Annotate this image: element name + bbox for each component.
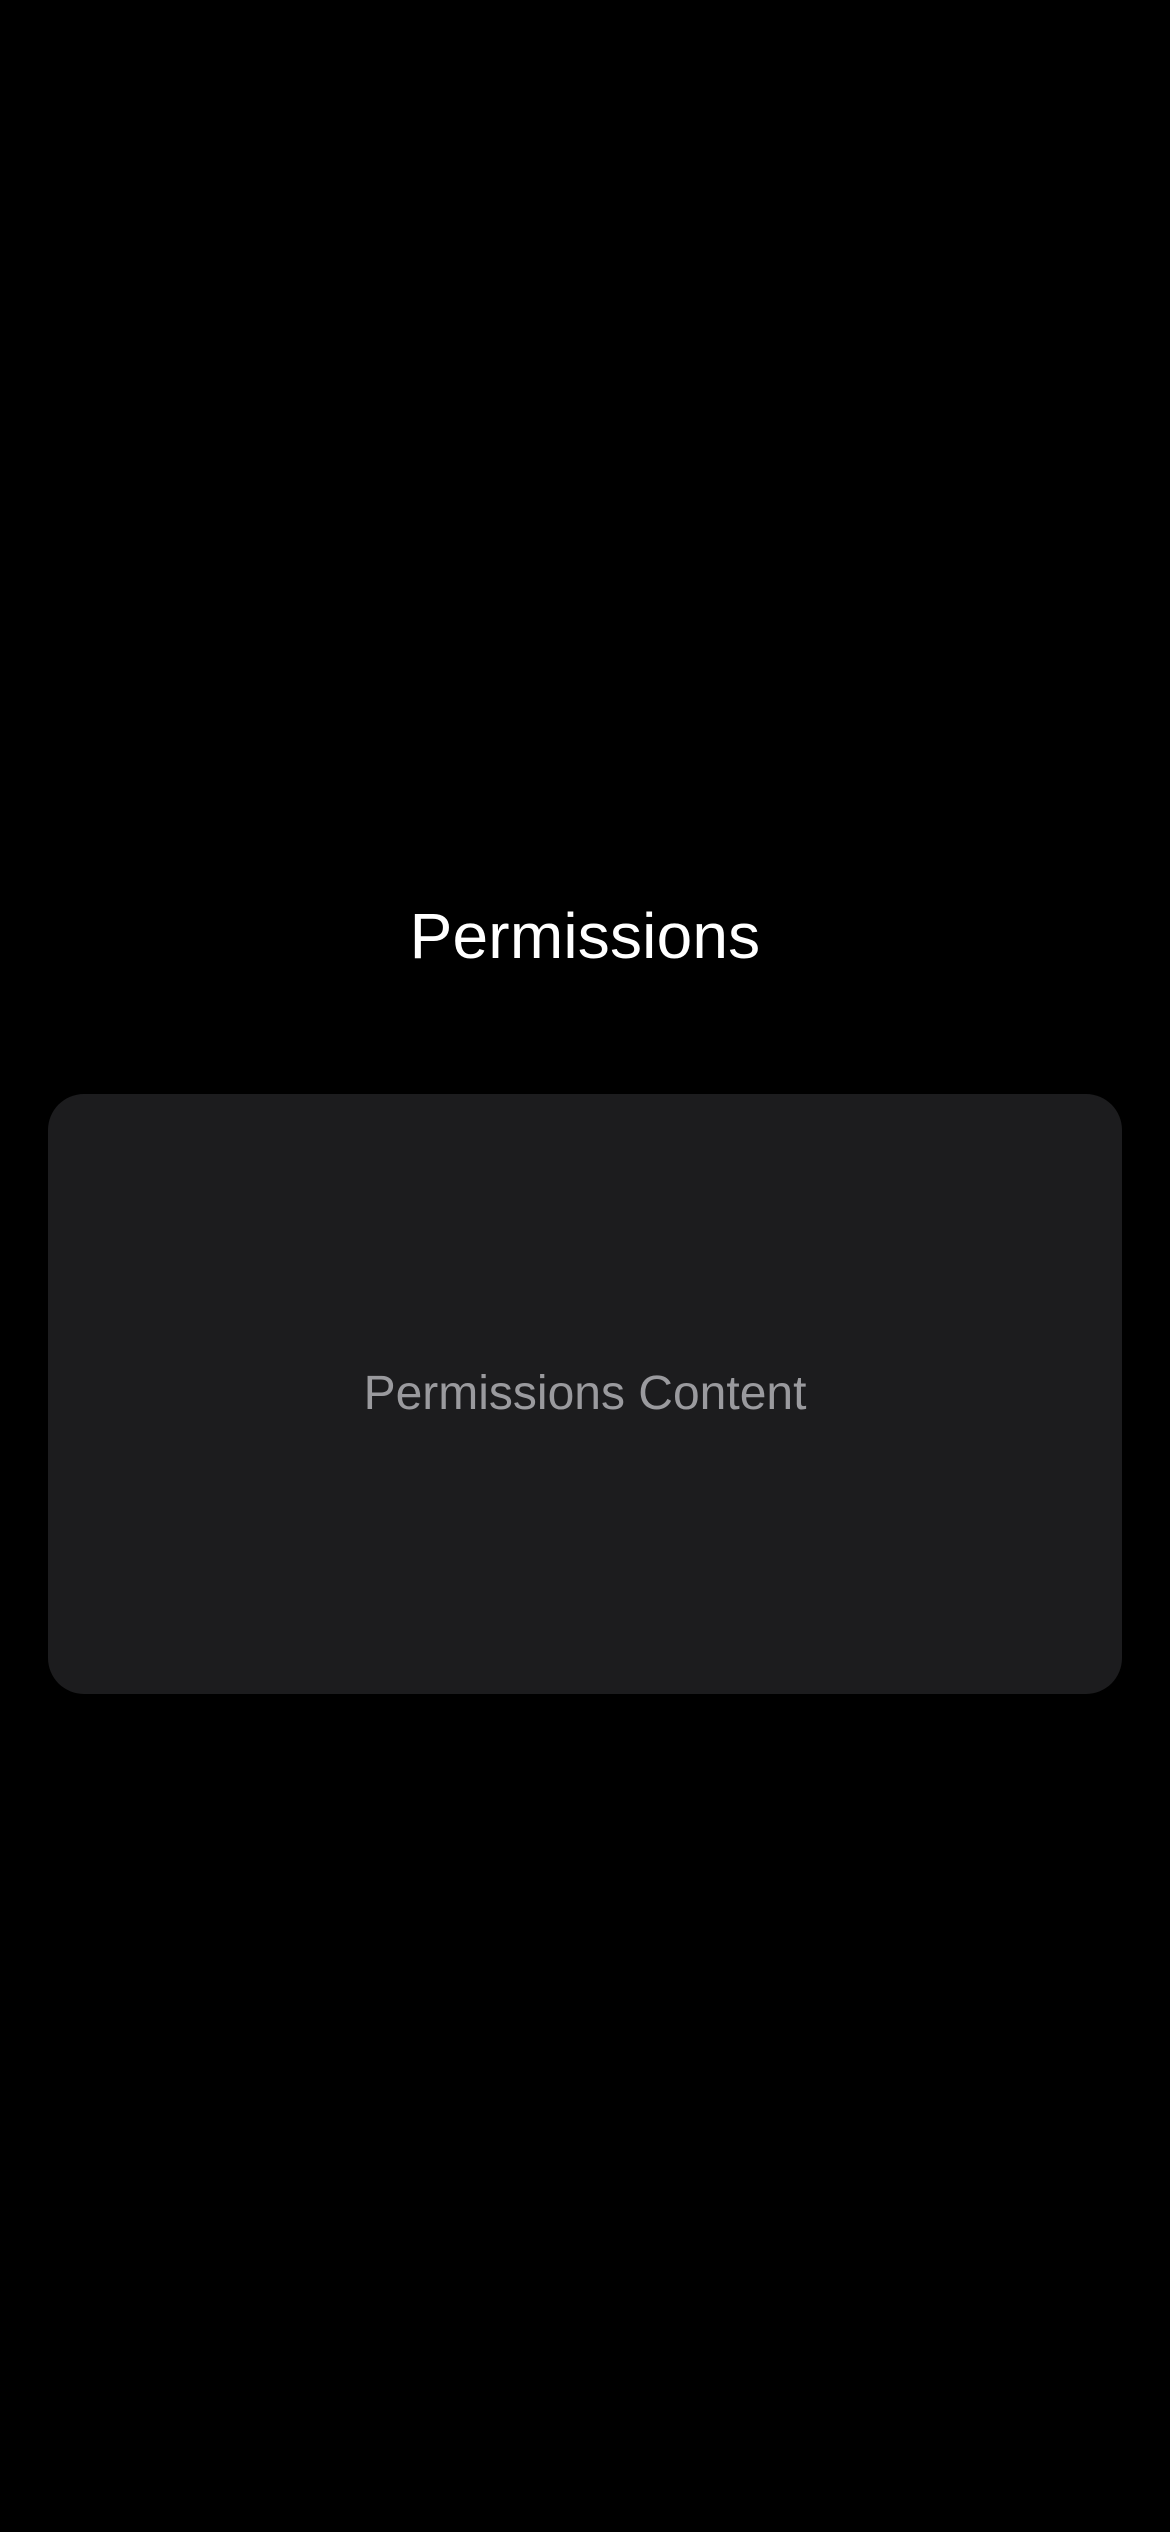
permissions-content-label: Permissions Content <box>363 1367 807 1420</box>
permissions-content-card: Permissions Content <box>48 1094 1122 1694</box>
page-title: Permissions <box>409 900 761 972</box>
permissions-screen: Permissions Permissions Content <box>0 0 1170 2532</box>
